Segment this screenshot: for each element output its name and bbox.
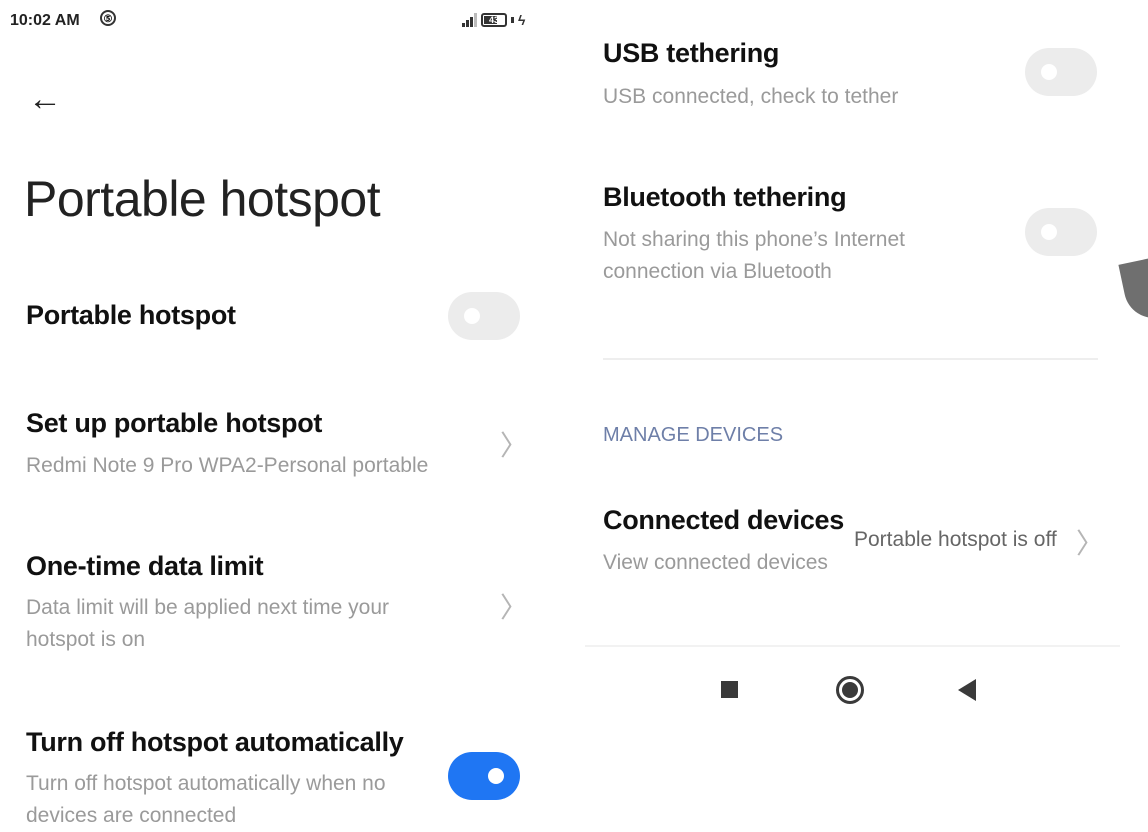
toggle-knob: [464, 308, 480, 324]
chevron-right-icon: 〉: [500, 591, 529, 624]
bluetooth-tethering-subtitle-line1: Not sharing this phone’s Internet: [603, 228, 905, 251]
battery-level: 43: [488, 15, 499, 25]
back-triangle-icon[interactable]: [958, 679, 976, 701]
connected-devices-subtitle: View connected devices: [603, 551, 828, 574]
home-circle-icon[interactable]: [836, 676, 864, 704]
bluetooth-tethering-toggle[interactable]: [1025, 208, 1097, 256]
charging-icon: ϟ: [518, 12, 526, 28]
auto-off-title: Turn off hotspot automatically: [26, 727, 404, 757]
status-icons: 43 ϟ: [462, 12, 525, 28]
connected-devices-title[interactable]: Connected devices: [603, 505, 844, 536]
setup-hotspot-title[interactable]: Set up portable hotspot: [26, 408, 322, 439]
usb-tethering-toggle[interactable]: [1025, 48, 1097, 96]
toggle-knob: [1041, 224, 1057, 240]
page-title: Portable hotspot: [24, 171, 381, 227]
auto-off-subtitle-line1: Turn off hotspot automatically when no: [26, 772, 386, 795]
bluetooth-tethering-subtitle-line2: connection via Bluetooth: [603, 260, 832, 283]
data-limit-subtitle-line2: hotspot is on: [26, 628, 146, 651]
manage-devices-header: MANAGE DEVICES: [603, 424, 784, 446]
do-not-disturb-icon: ⑤: [100, 10, 116, 26]
nav-divider: [585, 645, 1120, 647]
setup-hotspot-subtitle: Redmi Note 9 Pro WPA2-Personal portable: [26, 454, 429, 477]
auto-off-subtitle-line2: devices are connected: [26, 804, 237, 827]
battery-tip: [511, 17, 514, 23]
connected-devices-value: Portable hotspot is off: [854, 528, 1057, 551]
chevron-right-icon: 〉: [1076, 527, 1105, 560]
toggle-knob: [1041, 64, 1057, 80]
data-limit-subtitle-line1: Data limit will be applied next time you…: [26, 596, 389, 619]
home-dot: [842, 682, 858, 698]
usb-tethering-subtitle: USB connected, check to tether: [603, 85, 899, 108]
edge-handle-icon: [1118, 252, 1148, 324]
battery-icon: 43: [481, 13, 507, 27]
chevron-right-icon: 〉: [500, 429, 529, 462]
recents-square-icon[interactable]: [721, 681, 738, 698]
signal-icon: [462, 13, 477, 27]
data-limit-title[interactable]: One-time data limit: [26, 551, 264, 582]
toggle-knob: [488, 768, 504, 784]
auto-off-toggle[interactable]: [448, 752, 520, 800]
section-divider: [603, 358, 1098, 360]
bluetooth-tethering-title: Bluetooth tethering: [603, 182, 847, 212]
portable-hotspot-toggle[interactable]: [448, 292, 520, 340]
back-arrow-icon[interactable]: ←: [28, 82, 62, 116]
usb-tethering-title: USB tethering: [603, 38, 780, 68]
status-time: 10:02 AM: [10, 12, 80, 29]
portable-hotspot-label: Portable hotspot: [26, 300, 236, 330]
